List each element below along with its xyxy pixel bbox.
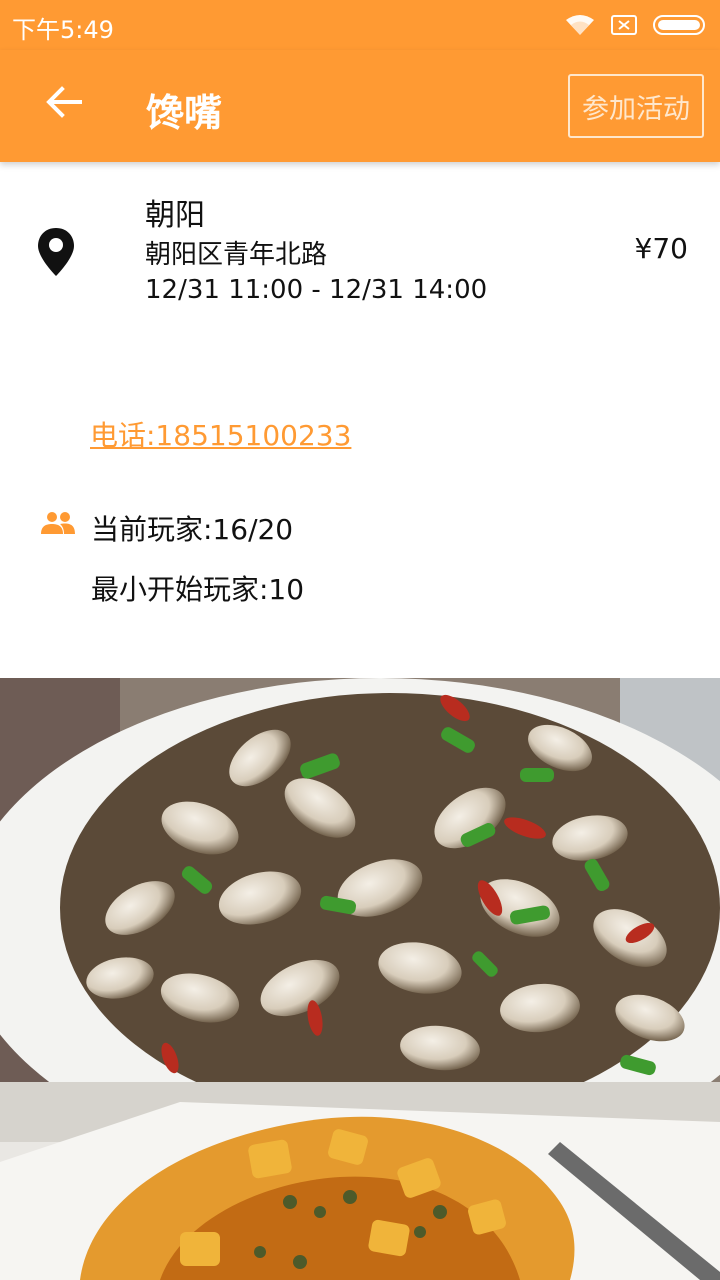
status-icons bbox=[564, 12, 708, 38]
back-button[interactable] bbox=[34, 74, 94, 134]
min-players: 最小开始玩家:10 bbox=[91, 573, 305, 606]
clam-dish-photo bbox=[0, 678, 720, 1082]
page-title: 馋嘴 bbox=[146, 91, 223, 135]
phone-link[interactable]: 电话:18515100233 bbox=[90, 414, 351, 454]
event-price: ¥70 bbox=[634, 232, 688, 265]
map-pin-icon bbox=[34, 226, 78, 278]
status-time: 下午5:49 bbox=[12, 16, 114, 44]
join-activity-button[interactable]: 参加活动 bbox=[568, 74, 704, 138]
wifi-icon bbox=[564, 13, 596, 37]
current-players: 当前玩家:16/20 bbox=[91, 513, 294, 546]
battery-icon bbox=[652, 13, 708, 37]
second-dish-photo bbox=[0, 1082, 720, 1280]
event-time: 12/31 11:00 - 12/31 14:00 bbox=[145, 275, 488, 305]
sim-icon bbox=[610, 14, 638, 36]
group-icon bbox=[40, 510, 76, 536]
arrow-left-icon bbox=[46, 86, 82, 122]
event-address: 朝阳区青年北路 bbox=[145, 240, 328, 270]
status-bar: 下午5:49 bbox=[0, 0, 720, 50]
app-bar: 馋嘴 参加活动 bbox=[0, 50, 720, 162]
event-name: 朝阳 bbox=[145, 198, 205, 233]
